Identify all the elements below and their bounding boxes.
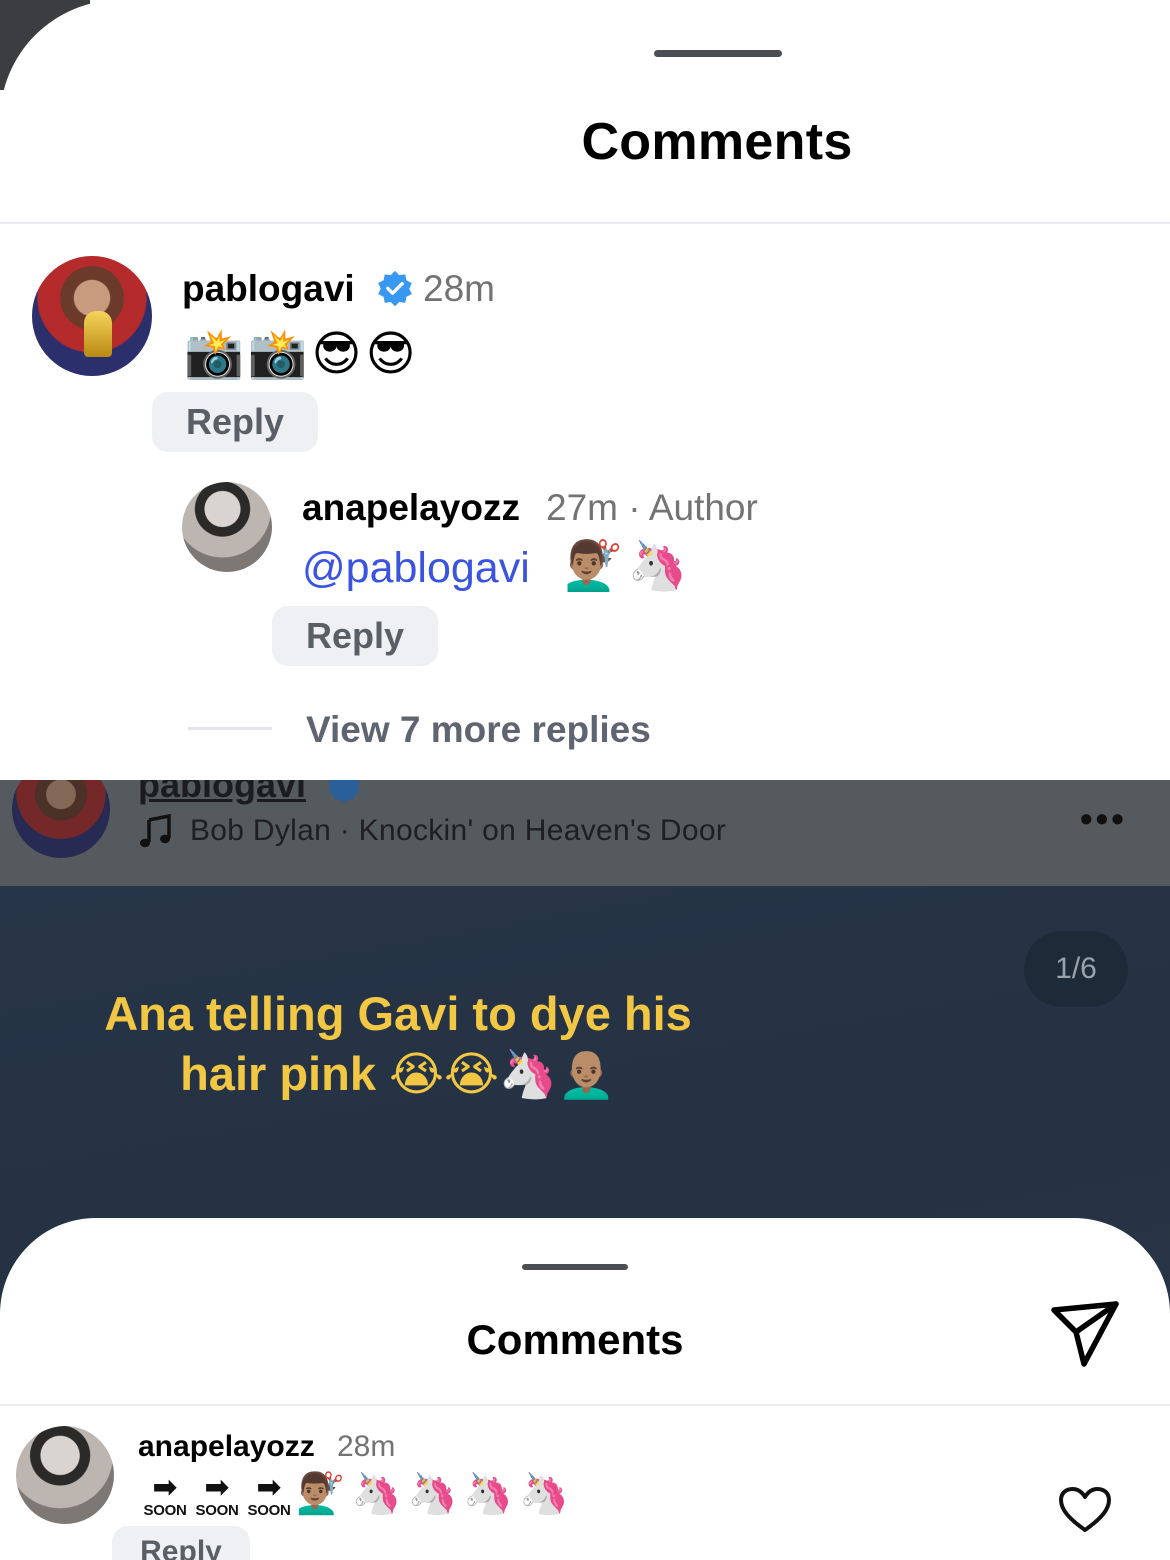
trophy-icon	[84, 311, 112, 357]
avatar[interactable]	[12, 780, 110, 858]
comment-text: 💇🏽‍♂️🦄🦄🦄🦄	[296, 1471, 576, 1517]
caption-line: Ana telling Gavi to dye his	[104, 987, 692, 1040]
reply-button[interactable]: Reply	[112, 1526, 250, 1560]
comment-timestamp: 28m	[337, 1430, 396, 1463]
music-note-icon	[140, 814, 171, 848]
sheet-grabber[interactable]	[654, 50, 782, 57]
reply-username[interactable]: anapelayozz	[302, 487, 520, 529]
send-icon[interactable]	[1048, 1300, 1122, 1370]
soon-arrow-icon: ➡ SOON	[195, 1471, 239, 1520]
sheet-title: Comments	[581, 113, 853, 171]
post-header: pablogavi Bob Dylan · Knockin' on Heaven…	[0, 780, 1170, 886]
verified-badge-icon	[328, 780, 360, 804]
reply-button[interactable]: Reply	[272, 606, 438, 666]
reply-button[interactable]: Reply	[152, 392, 318, 452]
avatar[interactable]	[182, 482, 272, 572]
comment-username[interactable]: anapelayozz	[138, 1430, 315, 1464]
comment-timestamp: 28m	[423, 268, 495, 309]
divider	[0, 1404, 1170, 1406]
soon-arrow-icon: ➡ SOON	[143, 1471, 187, 1520]
soon-arrows: ➡ SOON ➡ SOON ➡ SOON	[140, 1471, 294, 1520]
soon-arrow-icon: ➡ SOON	[247, 1471, 291, 1520]
avatar[interactable]	[16, 1426, 114, 1524]
comment-text: 📸📸😎😎	[184, 326, 420, 382]
caption-line: hair pink 😭😭🦄👨🏽‍🦲	[180, 1047, 616, 1100]
divider	[0, 222, 1170, 224]
reply-text: 💇🏽‍♂️🦄	[564, 538, 692, 594]
mention-link[interactable]: @pablogavi	[302, 544, 530, 593]
reply-meta: 27m · Author	[546, 487, 758, 528]
post-caption-overlay: Ana telling Gavi to dye his hair pink 😭😭…	[98, 984, 698, 1104]
post-username[interactable]: pablogavi	[138, 780, 306, 806]
view-more-line	[188, 727, 272, 730]
top-comments-sheet: Comments pablogavi 28m 📸📸😎😎 Reply anapel…	[0, 0, 1170, 780]
carousel-counter: 1/6	[1024, 931, 1128, 1007]
view-more-replies-button[interactable]: View 7 more replies	[306, 709, 651, 751]
verified-badge-icon	[378, 270, 412, 307]
comment-username[interactable]: pablogavi	[182, 268, 355, 310]
avatar[interactable]	[32, 256, 152, 376]
sheet-grabber[interactable]	[522, 1264, 628, 1270]
more-options-button[interactable]: •••	[1080, 798, 1127, 840]
sheet-title: Comments	[466, 1316, 684, 1363]
song-label[interactable]: Bob Dylan · Knockin' on Heaven's Door	[190, 814, 726, 848]
heart-icon[interactable]	[1058, 1486, 1112, 1534]
